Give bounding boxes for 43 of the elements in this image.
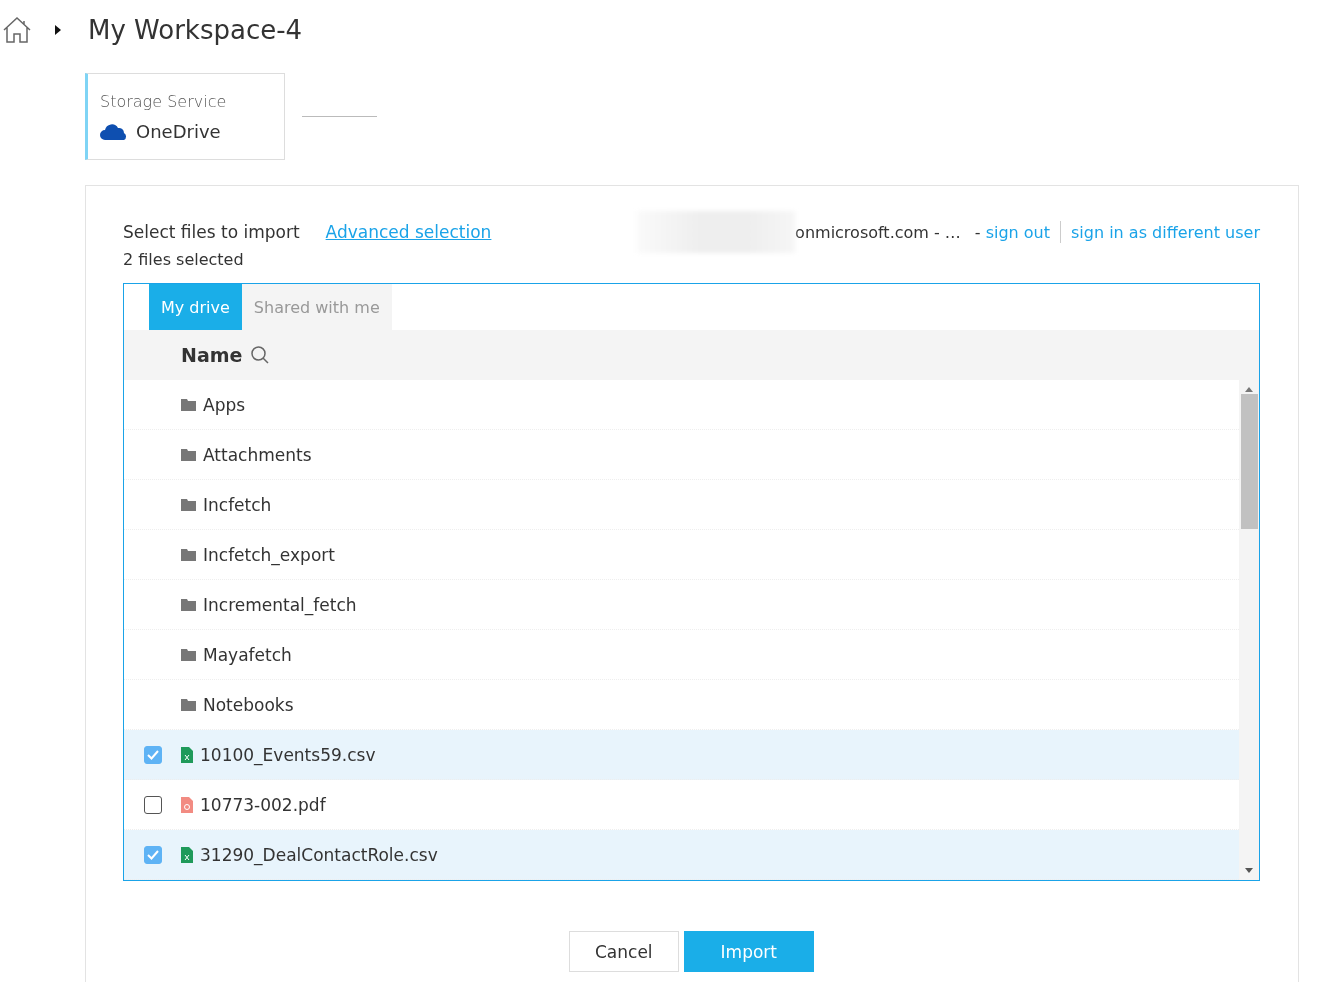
- scroll-thumb[interactable]: [1240, 394, 1258, 529]
- folder-icon: [181, 498, 196, 511]
- file-name: Apps: [203, 394, 246, 415]
- storage-card[interactable]: Storage Service OneDrive: [85, 73, 285, 160]
- file-name: Attachments: [203, 444, 312, 465]
- scroll-up-icon[interactable]: [1245, 386, 1253, 392]
- folder-icon: [181, 448, 196, 461]
- file-row[interactable]: 10100_Events59.csv: [124, 730, 1239, 780]
- file-name: Mayafetch: [203, 644, 292, 665]
- scroll-down-icon[interactable]: [1245, 868, 1253, 874]
- caret-icon: [54, 24, 62, 36]
- cancel-button[interactable]: Cancel: [569, 931, 679, 972]
- cloud-icon: [100, 122, 128, 140]
- file-name: Notebooks: [203, 694, 294, 715]
- home-icon[interactable]: [2, 16, 32, 44]
- file-name: 31290_DealContactRole.csv: [200, 844, 438, 865]
- file-name: 10773-002.pdf: [200, 794, 326, 815]
- checkbox[interactable]: [143, 795, 162, 814]
- file-name: Incfetch_export: [203, 544, 335, 565]
- account-email: onmicrosoft.com - …: [795, 222, 961, 242]
- card-label: Storage Service: [100, 91, 228, 111]
- service-name: OneDrive: [136, 120, 221, 142]
- selection-count: 2 files selected: [123, 250, 245, 269]
- file-name: 10100_Events59.csv: [200, 744, 376, 765]
- checkbox[interactable]: [143, 845, 162, 864]
- search-icon[interactable]: [250, 345, 271, 365]
- column-heading: Name: [181, 344, 243, 366]
- checkbox[interactable]: [143, 745, 162, 764]
- file-name: Incremental_fetch: [203, 594, 357, 615]
- page-title: My Workspace-4: [88, 15, 303, 45]
- spreadsheet-file-icon: [181, 746, 193, 763]
- separator-text: -: [974, 222, 981, 242]
- folder-icon: [181, 598, 196, 611]
- spreadsheet-file-icon: [181, 846, 193, 863]
- folder-icon: [181, 698, 196, 711]
- file-name: Incfetch: [203, 494, 272, 515]
- folder-icon: [181, 648, 196, 661]
- pdf-file-icon: [181, 796, 193, 813]
- scroll-track[interactable]: [1239, 380, 1259, 880]
- folder-icon: [181, 398, 196, 411]
- file-row[interactable]: 31290_DealContactRole.csv: [124, 830, 1239, 880]
- folder-icon: [181, 548, 196, 561]
- import-heading: Select files to import: [123, 222, 300, 242]
